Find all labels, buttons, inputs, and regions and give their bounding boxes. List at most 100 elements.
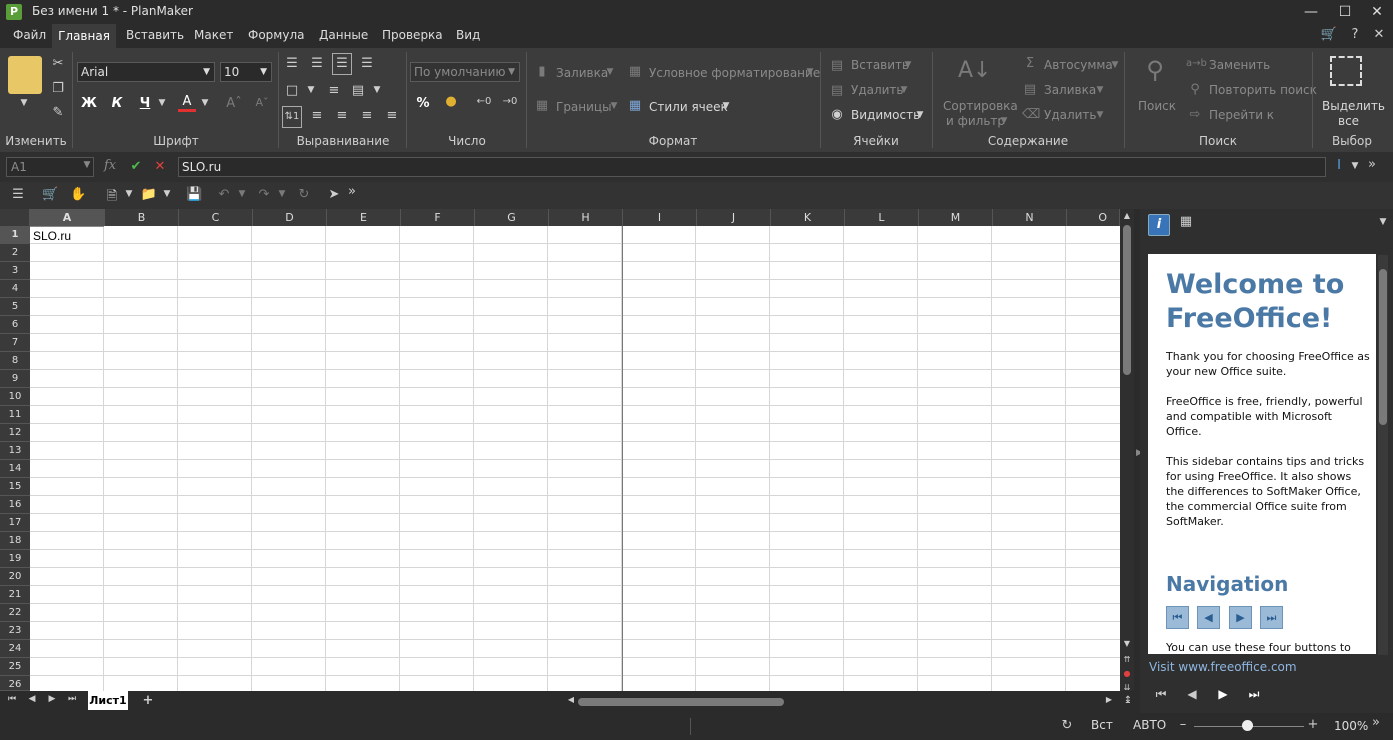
row-header[interactable]: 22 — [0, 604, 30, 622]
row-header[interactable]: 18 — [0, 532, 30, 550]
conditional-format-label[interactable]: Условное форматирование — [649, 66, 820, 80]
freeoffice-link[interactable]: Visit www.freeoffice.com — [1149, 660, 1297, 674]
minimize-button[interactable]: — — [1294, 0, 1328, 24]
font-size-select[interactable]: 10 ▼ — [220, 62, 272, 82]
sidebar-prev-icon[interactable]: ◀ — [1181, 684, 1203, 704]
font-color-button[interactable]: A — [178, 94, 196, 112]
text-cursor-icon[interactable]: I — [1332, 158, 1346, 173]
nav-next-icon[interactable]: ▶ — [1229, 606, 1252, 629]
zoom-level[interactable]: 100% — [1334, 719, 1368, 733]
close-doc-icon[interactable]: ✕ — [1370, 27, 1388, 42]
sort-filter-dropdown-icon[interactable]: ▼ — [998, 116, 1010, 126]
replace-label[interactable]: Заменить — [1209, 58, 1270, 72]
sort-filter-icon[interactable]: A↓ — [958, 58, 991, 83]
table-icon[interactable]: ▦ — [1176, 214, 1196, 234]
menu-file[interactable]: Файл — [13, 28, 46, 42]
open-dropdown-icon[interactable]: ▼ — [162, 189, 172, 199]
fx-icon[interactable]: fx — [104, 158, 116, 173]
confirm-icon[interactable]: ✔ — [128, 159, 144, 174]
undo-icon[interactable]: ↶ — [216, 187, 232, 202]
delete-cells-icon[interactable]: ▤ — [828, 83, 846, 98]
row-header[interactable]: 15 — [0, 478, 30, 496]
row-header[interactable]: 2 — [0, 244, 30, 262]
column-header[interactable]: O — [1067, 209, 1120, 226]
paste-icon[interactable] — [8, 56, 42, 94]
sheet-tab[interactable]: Лист1 — [88, 691, 128, 710]
borders-label[interactable]: Границы — [556, 100, 612, 114]
repeat-icon[interactable]: ↻ — [296, 187, 312, 202]
menu-icon[interactable]: ☰ — [10, 187, 26, 202]
align-center-icon[interactable]: ≡ — [334, 108, 350, 123]
row-header[interactable]: 23 — [0, 622, 30, 640]
align-top-icon[interactable]: ☰ — [284, 56, 300, 71]
info-icon[interactable]: i — [1148, 214, 1170, 236]
column-header[interactable]: N — [993, 209, 1067, 226]
column-header[interactable]: E — [327, 209, 401, 226]
repeat-search-icon[interactable]: ⚲ — [1186, 82, 1204, 97]
nav-prev-icon[interactable]: ◀ — [1197, 606, 1220, 629]
menu-view[interactable]: Вид — [456, 28, 480, 42]
content-fill-label[interactable]: Заливка — [1044, 83, 1096, 97]
more-icon[interactable]: » — [346, 184, 358, 199]
percent-button[interactable]: % — [414, 96, 432, 111]
align-left-icon[interactable]: ≡ — [309, 108, 325, 123]
help-icon[interactable]: ? — [1346, 27, 1364, 42]
visibility-label[interactable]: Видимость — [851, 108, 920, 122]
column-header[interactable]: B — [105, 209, 179, 226]
nav-last-icon[interactable]: ⏭ — [1260, 606, 1283, 629]
new-document-icon[interactable]: 🗎 — [104, 187, 120, 209]
first-sheet-icon[interactable]: ⏮ — [6, 694, 18, 704]
redo-icon[interactable]: ↷ — [256, 187, 272, 202]
recalc-icon[interactable]: ↻ — [1058, 718, 1076, 733]
row-header[interactable]: 26 — [0, 676, 30, 691]
name-box[interactable]: A1 — [6, 157, 94, 177]
row-header[interactable]: 20 — [0, 568, 30, 586]
content-delete-dropdown-icon[interactable]: ▼ — [1094, 110, 1106, 120]
cell-area[interactable] — [30, 226, 1120, 691]
conditional-dropdown-icon[interactable]: ▼ — [804, 67, 816, 77]
italic-button[interactable]: К — [108, 96, 126, 111]
split-icon[interactable]: ↨ — [1122, 695, 1134, 706]
fill-icon[interactable]: ▮ — [533, 64, 551, 79]
cell-styles-label[interactable]: Стили ячеек — [649, 100, 728, 114]
row-header[interactable]: 10 — [0, 388, 30, 406]
row-header[interactable]: 16 — [0, 496, 30, 514]
select-all-icon[interactable] — [1330, 56, 1362, 86]
sidebar-dropdown-icon[interactable]: ▼ — [1378, 217, 1388, 227]
nav-first-icon[interactable]: ⏮ — [1166, 606, 1189, 629]
row-header[interactable]: 1 — [0, 226, 30, 244]
cancel-icon[interactable]: ✕ — [152, 159, 168, 174]
menu-review[interactable]: Проверка — [382, 28, 443, 42]
row-header[interactable]: 14 — [0, 460, 30, 478]
scroll-thumb[interactable] — [1123, 225, 1131, 375]
copy-icon[interactable]: ❐ — [50, 81, 66, 96]
row-header[interactable]: 12 — [0, 424, 30, 442]
fill-dropdown-icon[interactable]: ▼ — [604, 67, 616, 77]
row-header[interactable]: 13 — [0, 442, 30, 460]
column-header[interactable]: M — [919, 209, 993, 226]
select-all-label-1[interactable]: Выделить — [1322, 99, 1385, 113]
column-header[interactable]: G — [475, 209, 549, 226]
formula-dropdown-icon[interactable]: ▼ — [1350, 161, 1360, 171]
align-justify-icon[interactable]: ≡ — [384, 108, 400, 123]
scroll-right-icon[interactable]: ▶ — [1104, 695, 1114, 704]
zoom-in-icon[interactable]: + — [1307, 717, 1319, 732]
column-header[interactable]: H — [549, 209, 623, 226]
scroll-up-icon[interactable]: ▲ — [1122, 211, 1132, 220]
row-header[interactable]: 6 — [0, 316, 30, 334]
rotate-text-icon[interactable]: ▤ — [350, 83, 366, 98]
more-icon[interactable]: » — [1370, 715, 1382, 730]
underline-button[interactable]: Ч — [136, 96, 154, 111]
scroll-left-icon[interactable]: ◀ — [566, 695, 576, 704]
format-painter-icon[interactable]: ✎ — [50, 105, 66, 120]
save-icon[interactable]: 💾 — [186, 187, 202, 202]
goto-icon[interactable]: ⇨ — [1186, 107, 1204, 122]
formula-input[interactable]: SLO.ru — [178, 157, 1326, 177]
split-line[interactable] — [622, 226, 623, 691]
open-folder-icon[interactable]: 📁 — [140, 187, 158, 202]
row-header[interactable]: 11 — [0, 406, 30, 424]
calc-mode[interactable]: АВТО — [1133, 718, 1166, 732]
pointer-icon[interactable]: ➤ — [326, 187, 342, 202]
fill-label[interactable]: Заливка — [556, 66, 608, 80]
scroll-down-icon[interactable]: ▼ — [1122, 639, 1132, 648]
